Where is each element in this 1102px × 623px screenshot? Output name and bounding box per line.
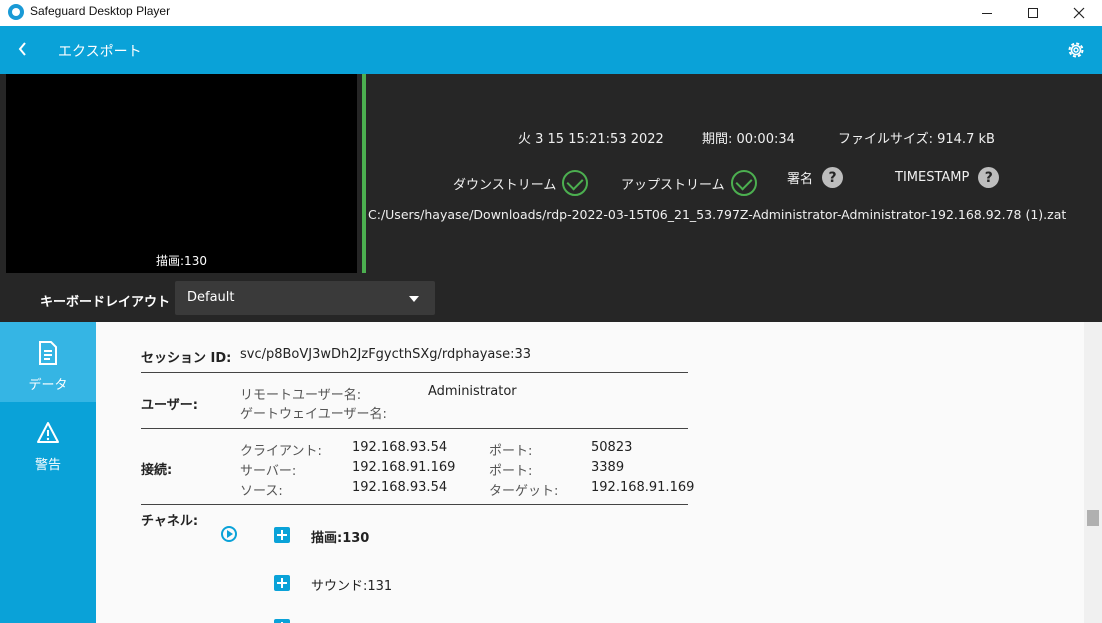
file-size: ファイルサイズ: 914.7 kB — [838, 132, 995, 147]
warning-icon — [37, 422, 59, 443]
video-preview[interactable]: 描画:130 — [6, 74, 357, 273]
window-title-bar: Safeguard Desktop Player — [0, 0, 1102, 26]
caret-down-icon — [409, 296, 419, 302]
timestamp-label: TIMESTAMP — [895, 170, 970, 185]
server-port-label: ポート: — [489, 464, 533, 479]
recording-summary-panel: 描画:130 火 3 15 15:21:53 2022 期間: 00:00:34… — [0, 74, 1102, 322]
client-port-label: ポート: — [489, 444, 533, 459]
chevron-left-icon — [18, 42, 26, 56]
minimize-button[interactable] — [964, 0, 1010, 26]
maximize-button[interactable] — [1010, 0, 1056, 26]
session-id-value: svc/p8BoVJ3wDh2JzFgycthSXg/rdphayase:33 — [240, 347, 532, 362]
side-navigation: データ 警告 — [0, 322, 96, 623]
divider — [141, 504, 688, 505]
page-title: エクスポート — [58, 44, 142, 60]
gateway-user-label: ゲートウェイユーザー名: — [240, 407, 387, 422]
app-header: エクスポート — [0, 26, 1102, 74]
source-value: 192.168.93.54 — [352, 480, 448, 495]
upstream-status: アップストリーム — [621, 170, 757, 196]
document-icon — [39, 341, 57, 365]
connection-label: 接続: — [141, 463, 173, 478]
expand-channel-button[interactable] — [274, 527, 290, 543]
check-circle-icon — [730, 170, 757, 196]
status-indicator-bar — [362, 74, 366, 273]
help-icon[interactable]: ? — [978, 167, 1000, 188]
remote-user-value: Administrator — [428, 384, 517, 399]
server-port-value: 3389 — [591, 460, 625, 475]
keyboard-layout-label: キーボードレイアウト — [40, 295, 171, 310]
scrollbar[interactable] — [1084, 322, 1102, 623]
help-icon[interactable]: ? — [822, 167, 844, 188]
channel-label: 描画:130 — [311, 531, 370, 546]
timestamp-status: TIMESTAMP ? — [895, 167, 1000, 188]
back-button[interactable] — [16, 39, 28, 63]
downstream-label: ダウンストリーム — [453, 177, 557, 193]
settings-button[interactable] — [1066, 40, 1086, 60]
keyboard-layout-select[interactable]: Default — [175, 281, 435, 315]
maximize-icon — [1028, 8, 1038, 18]
channels-label: チャネル: — [141, 514, 199, 529]
signature-label: 署名 — [787, 172, 814, 187]
client-value: 192.168.93.54 — [352, 440, 448, 455]
nav-item-warnings[interactable]: 警告 — [0, 402, 96, 482]
minimize-icon — [982, 12, 992, 14]
recording-datetime: 火 3 15 15:21:53 2022 — [518, 132, 664, 147]
divider — [141, 372, 688, 373]
recording-duration: 期間: 00:00:34 — [702, 132, 795, 147]
gear-icon — [1068, 42, 1084, 58]
source-label: ソース: — [240, 484, 283, 499]
server-label: サーバー: — [240, 464, 297, 479]
client-label: クライアント: — [240, 444, 322, 459]
close-icon — [1073, 7, 1085, 19]
expand-channel-button[interactable] — [274, 575, 290, 591]
user-label: ユーザー: — [141, 398, 198, 413]
server-value: 192.168.91.169 — [352, 460, 456, 475]
upstream-label: アップストリーム — [621, 177, 725, 193]
app-logo-icon — [8, 4, 24, 20]
expand-channel-button[interactable] — [274, 619, 290, 623]
downstream-status: ダウンストリーム — [453, 170, 589, 196]
session-id-label: セッション ID: — [141, 351, 232, 366]
scrollbar-thumb[interactable] — [1087, 510, 1099, 526]
signature-status: 署名 ? — [787, 167, 844, 188]
window-title: Safeguard Desktop Player — [30, 4, 171, 18]
target-label: ターゲット: — [489, 484, 559, 499]
divider — [141, 428, 688, 429]
play-icon[interactable] — [221, 526, 237, 542]
channel-label: サウンド:131 — [311, 579, 393, 594]
keyboard-layout-value: Default — [187, 290, 235, 305]
preview-channel-label: 描画:130 — [156, 254, 207, 268]
nav-item-data[interactable]: データ — [0, 322, 96, 402]
file-path: C:/Users/hayase/Downloads/rdp-2022-03-15… — [368, 207, 1067, 222]
client-port-value: 50823 — [591, 440, 633, 455]
check-circle-icon — [562, 170, 589, 196]
target-value: 192.168.91.169 — [591, 480, 695, 495]
remote-user-label: リモートユーザー名: — [240, 388, 362, 403]
nav-item-label: データ — [28, 378, 68, 393]
close-button[interactable] — [1056, 0, 1102, 26]
nav-item-label: 警告 — [34, 458, 61, 473]
